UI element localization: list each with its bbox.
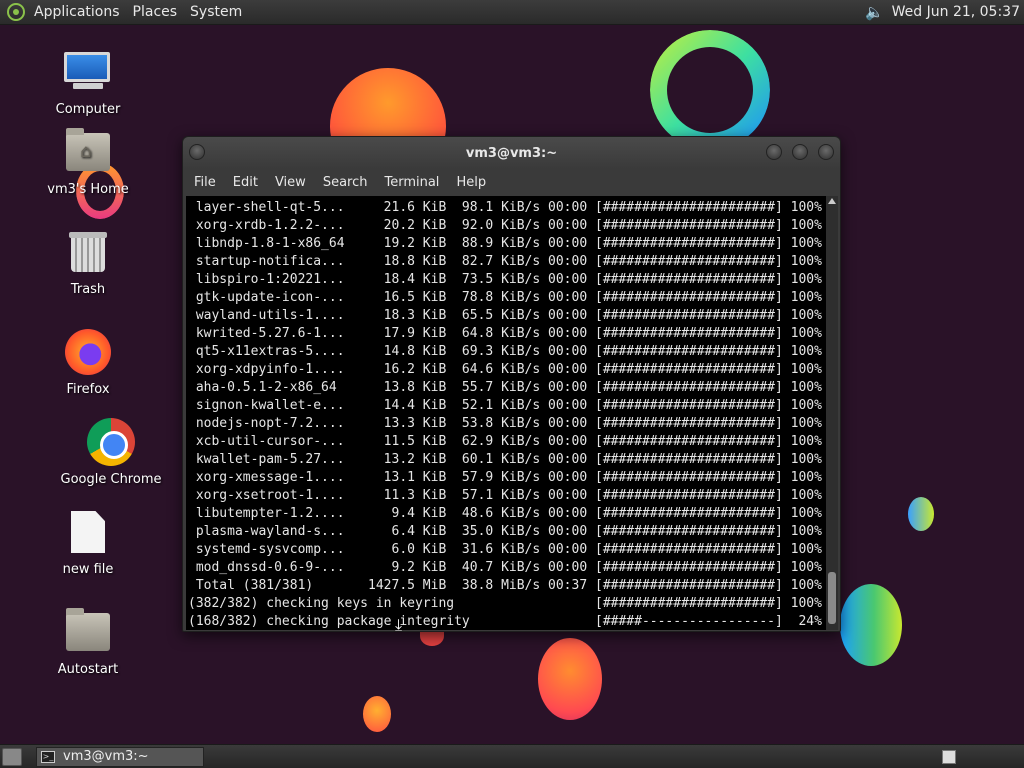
terminal-line: Total (381/381) 1427.5 MiB 38.8 MiB/s 00…	[188, 578, 822, 593]
window-titlebar[interactable]: vm3@vm3:~	[183, 137, 840, 169]
home-folder-icon: ⌂	[66, 128, 110, 171]
window-menu-button[interactable]	[189, 144, 205, 160]
mate-logo-icon[interactable]	[7, 3, 25, 21]
wallpaper-small-green-blob	[908, 497, 934, 531]
desktop-icon-chrome[interactable]: Google Chrome	[56, 416, 166, 487]
mouse-cursor-icon: ⤓	[395, 615, 403, 634]
menu-system[interactable]: System	[187, 4, 252, 20]
wallpaper-small-orange-blob	[363, 696, 391, 732]
desktop-icon-label: new file	[62, 562, 114, 577]
terminal-line: plasma-wayland-s... 6.4 KiB 35.0 KiB/s 0…	[188, 524, 822, 539]
terminal-line: nodejs-nopt-7.2.... 13.3 KiB 53.8 KiB/s …	[188, 416, 822, 431]
menu-file[interactable]: File	[187, 175, 223, 190]
scroll-up-arrow-icon[interactable]	[828, 198, 836, 204]
wallpaper-green-blob	[840, 584, 902, 666]
menu-applications[interactable]: Applications	[31, 4, 130, 20]
desktop-icon-home[interactable]: ⌂ vm3's Home	[33, 126, 143, 197]
close-button[interactable]	[818, 144, 834, 160]
top-panel: Applications Places System 🔈 Wed Jun 21,…	[0, 0, 1024, 25]
scroll-thumb[interactable]	[828, 572, 836, 624]
top-panel-tray: 🔈 Wed Jun 21, 05:37	[865, 3, 1024, 21]
desktop-icon-label: Autostart	[57, 662, 119, 677]
menu-help[interactable]: Help	[449, 175, 493, 190]
terminal-line: gtk-update-icon-... 16.5 KiB 78.8 KiB/s …	[188, 290, 822, 305]
volume-icon[interactable]: 🔈	[865, 3, 884, 21]
bottom-panel: >_ vm3@vm3:~	[0, 744, 1024, 768]
workspace-switcher[interactable]	[942, 749, 956, 764]
terminal-line: (382/382) checking keys in keyring [####…	[188, 596, 822, 611]
terminal-line: signon-kwallet-e... 14.4 KiB 52.1 KiB/s …	[188, 398, 822, 413]
terminal-line: systemd-sysvcomp... 6.0 KiB 31.6 KiB/s 0…	[188, 542, 822, 557]
menu-terminal[interactable]: Terminal	[377, 175, 446, 190]
menu-search[interactable]: Search	[316, 175, 375, 190]
desktop-icon-trash[interactable]: Trash	[33, 226, 143, 297]
terminal-icon: >_	[41, 750, 55, 763]
folder-icon	[66, 608, 110, 651]
desktop-icon-autostart[interactable]: Autostart	[33, 606, 143, 677]
terminal-line: xorg-xdpyinfo-1.... 16.2 KiB 64.6 KiB/s …	[188, 362, 822, 377]
taskbar-item-label: vm3@vm3:~	[63, 749, 149, 764]
terminal-line: libndp-1.8-1-x86_64 19.2 KiB 88.9 KiB/s …	[188, 236, 822, 251]
terminal-line: qt5-x11extras-5.... 14.8 KiB 69.3 KiB/s …	[188, 344, 822, 359]
desktop-icon-label: Trash	[70, 282, 106, 297]
trash-icon	[69, 232, 107, 272]
computer-icon	[64, 52, 112, 92]
window-menubar: File Edit View Search Terminal Help	[183, 169, 840, 195]
desktop-icon-firefox[interactable]: Firefox	[33, 326, 143, 397]
terminal-line: kwrited-5.27.6-1... 17.9 KiB 64.8 KiB/s …	[188, 326, 822, 341]
terminal-output[interactable]: layer-shell-qt-5... 21.6 KiB 98.1 KiB/s …	[186, 196, 826, 630]
file-icon	[71, 511, 105, 553]
terminal-window: vm3@vm3:~ File Edit View Search Terminal…	[182, 136, 841, 632]
clock[interactable]: Wed Jun 21, 05:37	[892, 4, 1020, 20]
desktop-icon-new-file[interactable]: new file	[33, 506, 143, 577]
terminal-line: libspiro-1:20221... 18.4 KiB 73.5 KiB/s …	[188, 272, 822, 287]
terminal-scrollbar[interactable]	[826, 196, 838, 630]
menu-edit[interactable]: Edit	[226, 175, 265, 190]
terminal-line: libutempter-1.2.... 9.4 KiB 48.6 KiB/s 0…	[188, 506, 822, 521]
firefox-icon	[65, 329, 111, 375]
terminal-line: aha-0.5.1-2-x86_64 13.8 KiB 55.7 KiB/s 0…	[188, 380, 822, 395]
desktop-icon-label: vm3's Home	[47, 182, 129, 197]
minimize-button[interactable]	[766, 144, 782, 160]
terminal-line: wayland-utils-1.... 18.3 KiB 65.5 KiB/s …	[188, 308, 822, 323]
menu-places[interactable]: Places	[130, 4, 188, 20]
wallpaper-orange-blob-bottom	[538, 638, 602, 720]
terminal-line: mod_dnssd-0.6-9-... 9.2 KiB 40.7 KiB/s 0…	[188, 560, 822, 575]
menu-view[interactable]: View	[268, 175, 313, 190]
terminal-line: (168/382) checking package integrity [##…	[188, 614, 822, 629]
terminal-line: xorg-xrdb-1.2.2-... 20.2 KiB 92.0 KiB/s …	[188, 218, 822, 233]
desktop-icon-label: Firefox	[66, 382, 110, 397]
wallpaper-ring	[650, 30, 770, 150]
terminal-line: startup-notifica... 18.8 KiB 82.7 KiB/s …	[188, 254, 822, 269]
taskbar-item-terminal[interactable]: >_ vm3@vm3:~	[36, 746, 204, 767]
show-desktop-icon[interactable]	[2, 747, 22, 766]
desktop-icon-label: Computer	[55, 102, 121, 117]
desktop-icon-label: Google Chrome	[60, 472, 162, 487]
terminal-line: layer-shell-qt-5... 21.6 KiB 98.1 KiB/s …	[188, 200, 822, 215]
window-title: vm3@vm3:~	[465, 145, 558, 161]
terminal-line: xorg-xmessage-1.... 13.1 KiB 57.9 KiB/s …	[188, 470, 822, 485]
terminal-line: xcb-util-cursor-... 11.5 KiB 62.9 KiB/s …	[188, 434, 822, 449]
maximize-button[interactable]	[792, 144, 808, 160]
desktop-icon-computer[interactable]: Computer	[33, 46, 143, 117]
terminal-line: kwallet-pam-5.27... 13.2 KiB 60.1 KiB/s …	[188, 452, 822, 467]
terminal-line: xorg-xsetroot-1.... 11.3 KiB 57.1 KiB/s …	[188, 488, 822, 503]
chrome-icon	[87, 418, 135, 466]
